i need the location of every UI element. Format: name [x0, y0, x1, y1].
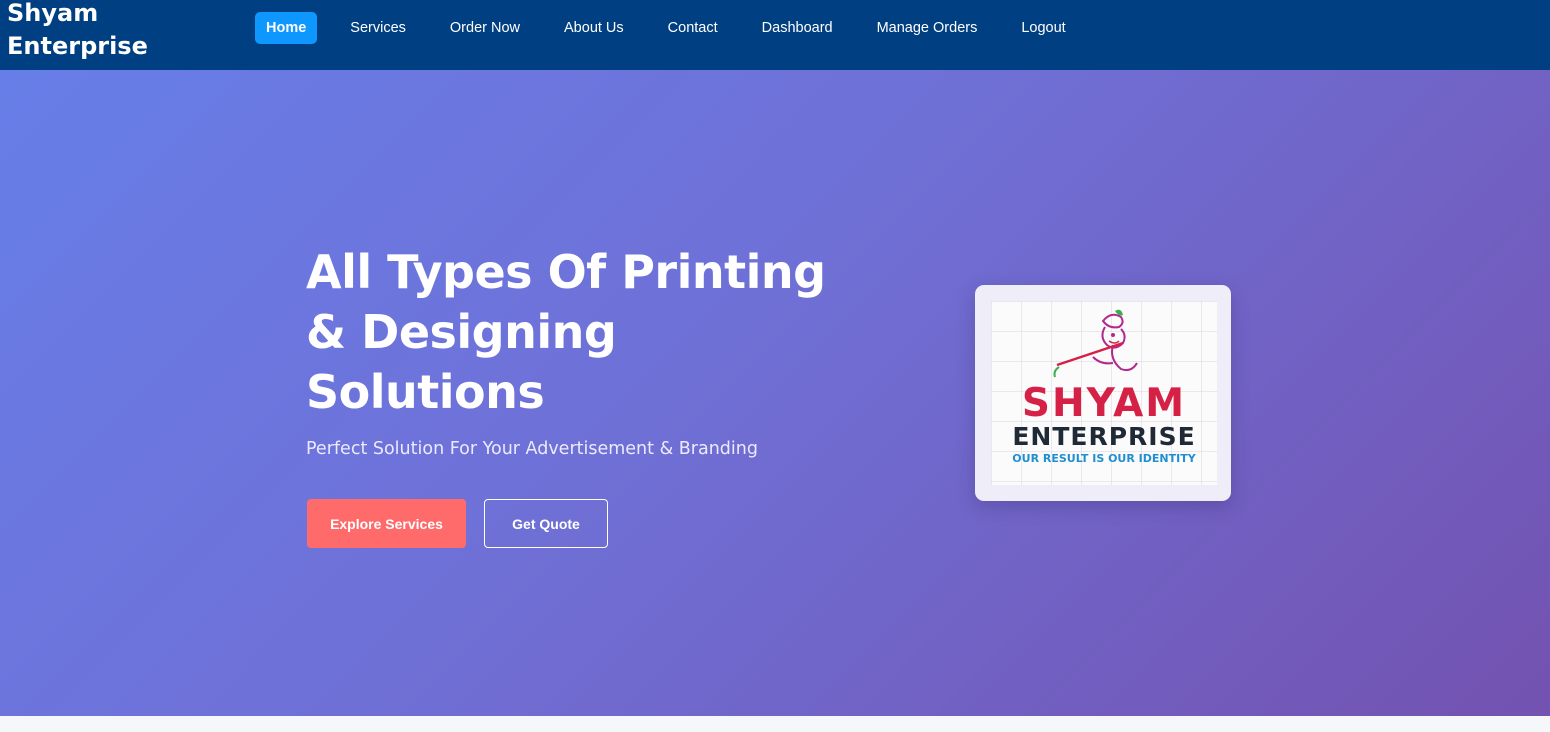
company-logo: SHYAM ENTERPRISE OUR RESULT IS OUR IDENT… — [991, 301, 1217, 485]
nav-dashboard[interactable]: Dashboard — [762, 20, 833, 36]
logo-card: SHYAM ENTERPRISE OUR RESULT IS OUR IDENT… — [975, 285, 1231, 501]
page-bottom-strip — [0, 716, 1550, 732]
logo-tagline: OUR RESULT IS OUR IDENTITY — [1012, 452, 1196, 465]
krishna-flute-illustration — [1053, 309, 1138, 378]
hero-section: All Types Of Printing & Designing Soluti… — [0, 70, 1550, 716]
nav-order-now[interactable]: Order Now — [450, 20, 520, 36]
logo-text-shyam: SHYAM — [1021, 381, 1187, 426]
nav-home[interactable]: Home — [255, 12, 318, 44]
navbar: Shyam Enterprise Home Services Order Now… — [0, 0, 1550, 70]
logo-text-enterprise: ENTERPRISE — [1012, 422, 1196, 451]
hero-title: All Types Of Printing & Designing Soluti… — [306, 245, 826, 419]
nav-services[interactable]: Services — [350, 20, 406, 36]
nav-about-us[interactable]: About Us — [564, 20, 624, 36]
brand-name[interactable]: Shyam Enterprise — [7, 0, 207, 63]
nav-logout[interactable]: Logout — [1021, 20, 1065, 36]
explore-services-button[interactable]: Explore Services — [307, 499, 466, 548]
hero-subtitle: Perfect Solution For Your Advertisement … — [306, 439, 758, 459]
main-nav: Home Services Order Now About Us Contact… — [255, 11, 1110, 45]
nav-contact[interactable]: Contact — [668, 20, 718, 36]
nav-manage-orders[interactable]: Manage Orders — [877, 20, 978, 36]
get-quote-button[interactable]: Get Quote — [484, 499, 608, 548]
